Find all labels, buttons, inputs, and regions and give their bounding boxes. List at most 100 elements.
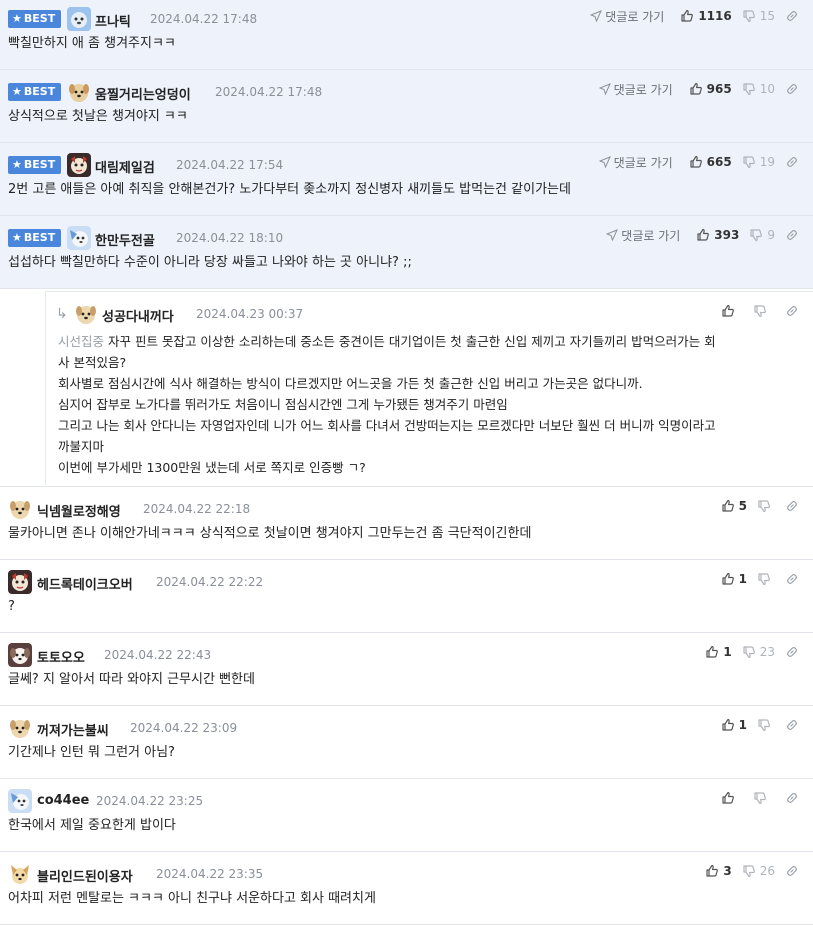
link-icon [787, 501, 797, 511]
thumbs-up-icon [722, 572, 734, 585]
comment-text: 글쎄? 지 알아서 따라 와야지 근무시간 뻔한데 [8, 672, 255, 687]
downvote-button[interactable] [757, 572, 775, 586]
link-icon [787, 157, 797, 167]
best-comment: ★ BEST 프나틱 2024.04.22 17:48 댓글로 가기 1116 1… [0, 0, 813, 70]
comment: co44ee 2024.04.22 23:25 한국에서 제일 중요한게 밥이다 [0, 779, 813, 852]
upvote-button[interactable] [721, 304, 735, 318]
avatar[interactable] [8, 716, 32, 740]
comment-actions [711, 789, 799, 807]
downvote-button[interactable]: 23 [742, 645, 775, 659]
go-to-reply-button[interactable]: 댓글로 가기 [606, 227, 680, 244]
upvote-button[interactable]: 965 [689, 82, 732, 96]
upvote-button[interactable]: 1 [721, 718, 747, 732]
star-icon: ★ [12, 12, 22, 25]
upvote-button[interactable]: 1116 [680, 9, 732, 23]
comment-date: 2024.04.22 17:48 [215, 85, 323, 99]
downvote-button[interactable] [753, 791, 767, 805]
thumbs-up-icon [697, 228, 710, 241]
link-button[interactable] [785, 718, 799, 732]
comment-date: 2024.04.22 18:10 [176, 231, 284, 245]
thumbs-down-icon [743, 865, 755, 878]
nickname[interactable]: 한만두전골 [95, 230, 155, 249]
nickname[interactable]: 꺼져가는불씨 [37, 720, 109, 739]
nickname[interactable]: 블리인드된이용자 [37, 866, 133, 885]
thumbs-down-icon [758, 500, 770, 513]
nickname[interactable]: 토토오오 [37, 647, 85, 666]
comment: 헤드록테이크오버 2024.04.22 22:22 1 ? [0, 560, 813, 633]
comment-actions: 댓글로 가기 1116 15 [590, 7, 799, 25]
downvote-button[interactable]: 10 [742, 82, 775, 96]
link-icon [787, 647, 797, 657]
thumbs-down-icon [754, 305, 766, 318]
link-button[interactable] [785, 9, 799, 23]
thumbs-up-icon [690, 82, 702, 95]
link-button[interactable] [785, 304, 799, 318]
thumbs-up-icon [690, 155, 702, 168]
best-badge: ★ BEST [8, 229, 62, 247]
paper-plane-icon [598, 156, 611, 168]
link-button[interactable] [785, 645, 799, 659]
avatar[interactable] [8, 643, 32, 667]
link-icon [787, 11, 797, 21]
comment-date: 2024.04.23 00:37 [196, 307, 304, 321]
link-button[interactable] [785, 864, 799, 878]
downvote-button[interactable] [757, 718, 775, 732]
link-button[interactable] [785, 155, 799, 169]
downvote-button[interactable]: 15 [742, 9, 775, 23]
nickname[interactable]: 헤드록테이크오버 [37, 574, 133, 593]
downvote-button[interactable] [753, 304, 767, 318]
avatar[interactable] [8, 497, 32, 521]
downvote-button[interactable]: 26 [742, 864, 775, 878]
mention-tag[interactable]: 시선집중 [58, 334, 104, 349]
nickname[interactable]: 닉넴월로정해영 [37, 501, 121, 520]
upvote-button[interactable]: 5 [721, 499, 747, 513]
link-button[interactable] [785, 572, 799, 586]
nickname[interactable]: 프나틱 [95, 11, 131, 30]
link-icon [787, 230, 797, 240]
downvote-button[interactable] [757, 499, 775, 513]
upvote-button[interactable]: 3 [705, 864, 732, 878]
comment: 닉넴월로정해영 2024.04.22 22:18 5 물카아니면 존나 이해안가… [0, 487, 813, 560]
upvote-button[interactable]: 393 [696, 228, 739, 242]
go-to-reply-button[interactable]: 댓글로 가기 [598, 154, 673, 171]
avatar[interactable] [8, 789, 32, 813]
best-badge: ★ BEST [8, 156, 62, 174]
go-to-reply-button[interactable]: 댓글로 가기 [590, 8, 664, 25]
thumbs-up-icon [722, 718, 734, 731]
nickname[interactable]: 대림제일검 [95, 157, 155, 176]
go-to-reply-button[interactable]: 댓글로 가기 [598, 81, 673, 98]
avatar[interactable] [67, 80, 91, 104]
link-button[interactable] [785, 228, 799, 242]
avatar[interactable] [67, 226, 91, 250]
avatar[interactable] [8, 570, 32, 594]
link-button[interactable] [785, 82, 799, 96]
avatar[interactable] [8, 862, 32, 886]
nickname[interactable]: 성공다내꺼다 [102, 306, 174, 325]
upvote-button[interactable]: 1 [721, 572, 747, 586]
nickname[interactable]: 움찔거리는엉덩이 [95, 84, 191, 103]
thumbs-down-icon [758, 573, 770, 586]
comment-actions: 3 26 [695, 862, 799, 880]
link-icon [787, 720, 797, 730]
avatar[interactable] [67, 7, 91, 31]
upvote-button[interactable]: 665 [689, 155, 732, 169]
comment-actions: 1 [711, 716, 799, 734]
upvote-button[interactable] [721, 791, 735, 805]
comment-actions: 댓글로 가기 965 10 [598, 80, 799, 98]
link-icon [787, 306, 797, 316]
nickname[interactable]: co44ee [37, 793, 89, 808]
downvote-button[interactable]: 9 [749, 228, 775, 242]
reply-comment: ↳ 성공다내꺼다 2024.04.23 00:37 시선집중 자꾸 핀트 못잡고… [0, 289, 813, 487]
comment: 꺼져가는불씨 2024.04.22 23:09 1 기간제나 인턴 뭐 그런거 … [0, 706, 813, 779]
downvote-button[interactable]: 19 [742, 155, 775, 169]
avatar[interactable] [74, 302, 98, 326]
link-button[interactable] [785, 499, 799, 513]
avatar[interactable] [67, 153, 91, 177]
upvote-button[interactable]: 1 [705, 645, 732, 659]
link-button[interactable] [785, 791, 799, 805]
comment-actions: 1 23 [695, 643, 799, 661]
comment: 블리인드된이용자 2024.04.22 23:35 3 26 어차피 저런 멘탈… [0, 852, 813, 925]
comment-date: 2024.04.22 22:43 [104, 648, 212, 662]
thumbs-down-icon [750, 229, 763, 242]
comment-actions: 5 [711, 497, 799, 515]
